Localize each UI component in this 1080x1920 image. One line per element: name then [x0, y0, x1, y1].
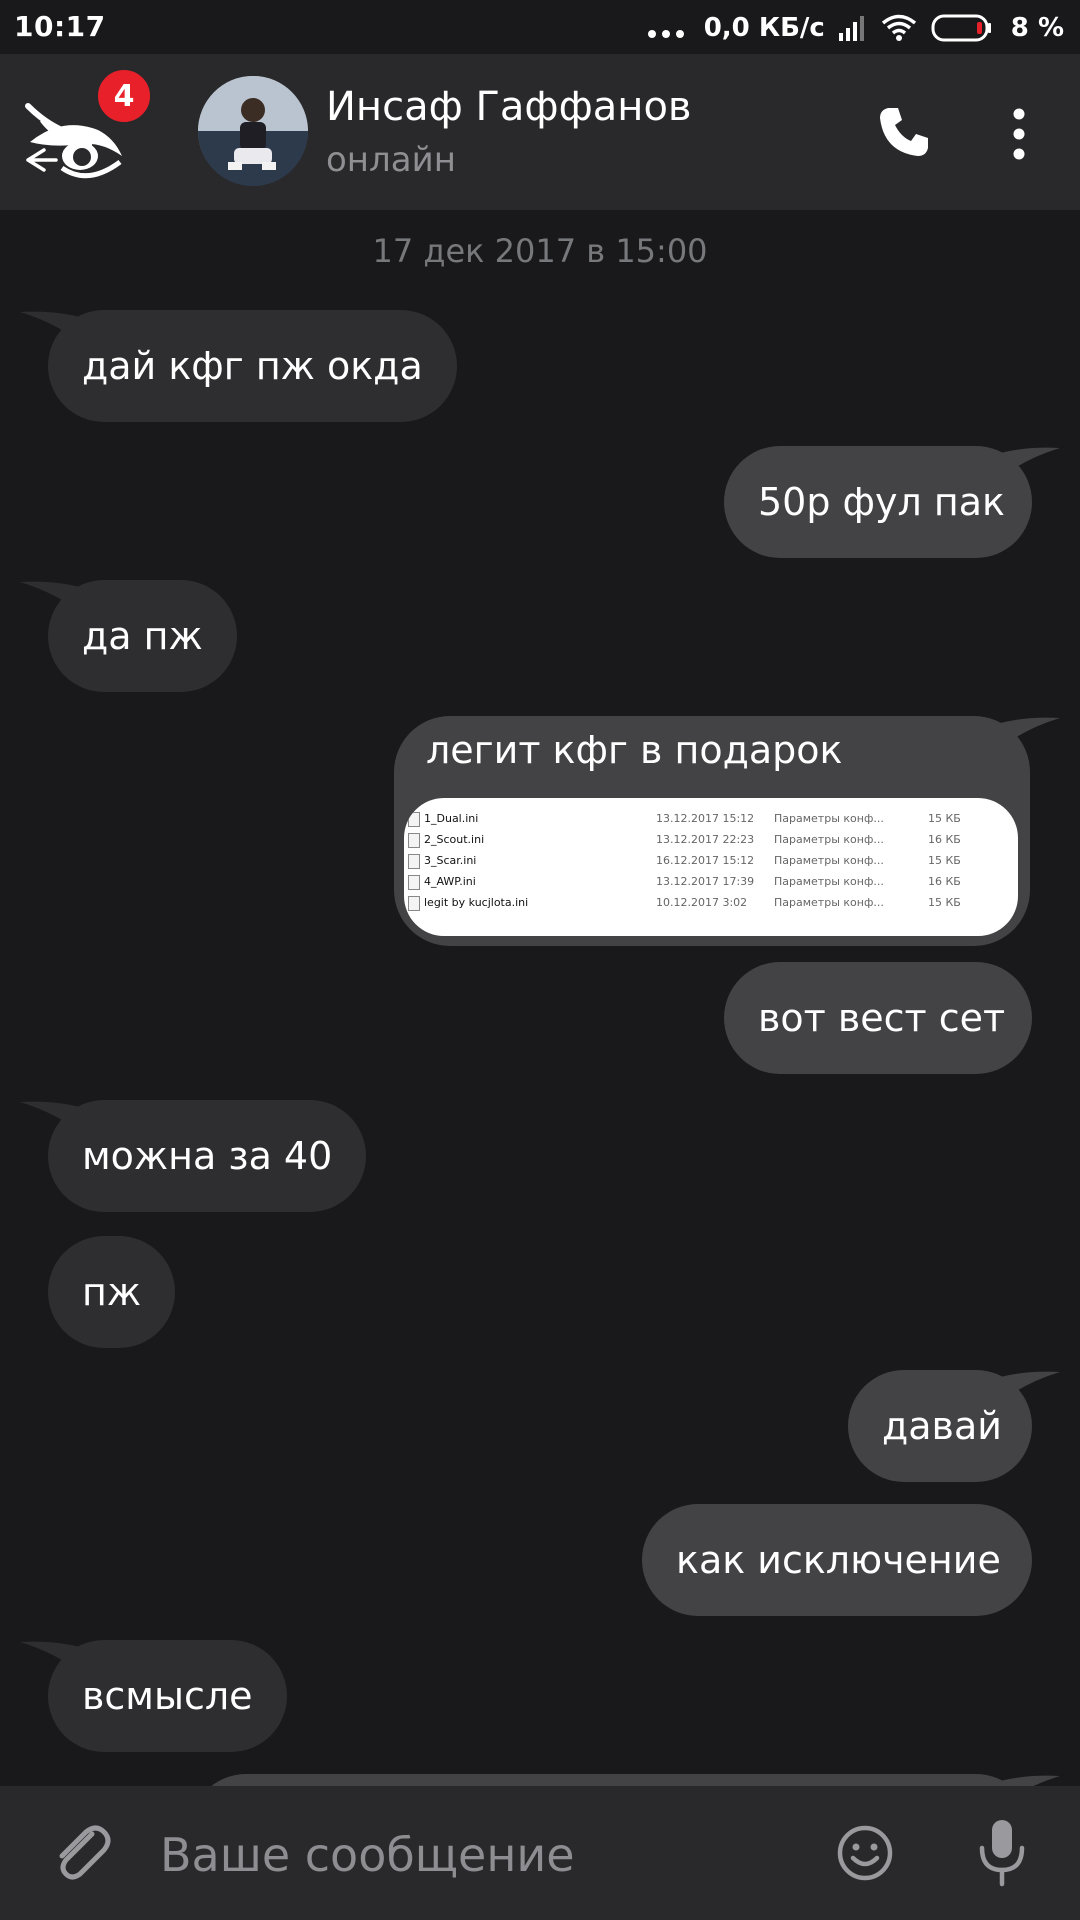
phone-icon — [880, 108, 928, 156]
status-time: 10:17 — [14, 10, 106, 43]
avatar[interactable] — [198, 76, 308, 186]
avatar-photo — [198, 76, 308, 186]
file-row: 2_Scout.ini 13.12.2017 22:23 Параметры к… — [404, 831, 1018, 851]
battery-percentage: 8 % — [1010, 13, 1064, 43]
call-button[interactable] — [876, 104, 932, 160]
wifi-icon — [881, 14, 916, 41]
status-bar: 10:17 0,0 КБ/с 8 % — [0, 0, 1080, 54]
contact-status: онлайн — [326, 140, 456, 180]
message-incoming[interactable]: всмысле — [48, 1640, 287, 1752]
file-name: 4_AWP.ini — [424, 875, 476, 888]
file-row: 3_Scar.ini 16.12.2017 15:12 Параметры ко… — [404, 852, 1018, 872]
message-incoming[interactable]: можна за 40 — [48, 1100, 367, 1212]
emoji-button[interactable] — [836, 1824, 894, 1882]
attach-button[interactable] — [48, 1820, 112, 1884]
file-name: 3_Scar.ini — [424, 854, 477, 867]
message-outgoing[interactable]: 50р фул пак — [724, 446, 1032, 558]
file-size: 15 КБ — [928, 896, 961, 909]
file-icon — [408, 812, 420, 827]
file-size: 16 КБ — [928, 833, 961, 846]
voice-message-button[interactable] — [976, 1816, 1028, 1888]
battery-icon — [931, 14, 991, 42]
overflow-notifications-icon — [647, 18, 684, 38]
file-date: 13.12.2017 22:23 — [656, 833, 755, 846]
date-separator: 17 дек 2017 в 15:00 — [372, 232, 708, 270]
message-outgoing[interactable]: вот вест сет — [724, 962, 1032, 1074]
message-outgoing[interactable]: как исключение — [642, 1504, 1032, 1616]
file-name: legit by kucjlota.ini — [424, 896, 529, 909]
file-date: 13.12.2017 17:39 — [656, 875, 755, 888]
microphone-icon — [979, 1820, 1025, 1887]
message-caption: легит кфг в подарок — [426, 728, 843, 772]
more-options-button[interactable] — [1004, 106, 1034, 162]
file-date: 10.12.2017 3:02 — [656, 896, 748, 909]
file-date: 16.12.2017 15:12 — [656, 854, 755, 867]
file-name: 2_Scout.ini — [424, 833, 485, 846]
file-icon — [408, 833, 420, 848]
file-row: legit by kucjlota.ini 10.12.2017 3:02 Па… — [404, 894, 1018, 914]
file-row: 1_Dual.ini 13.12.2017 15:12 Параметры ко… — [404, 810, 1018, 830]
emoji-icon — [837, 1825, 893, 1881]
message-incoming[interactable]: да пж — [48, 580, 237, 692]
file-icon — [408, 854, 420, 869]
file-row: 4_AWP.ini 13.12.2017 17:39 Параметры кон… — [404, 873, 1018, 893]
file-size: 15 КБ — [928, 854, 961, 867]
message-outgoing[interactable]: давай — [848, 1370, 1032, 1482]
status-indicators: 0,0 КБ/с 8 % — [647, 8, 1064, 48]
message-incoming[interactable]: дай кфг пж окда — [48, 310, 457, 422]
file-type: Параметры конф... — [774, 896, 884, 909]
signal-icon — [838, 16, 864, 41]
chat-header: 4 Инсаф Гаффанов онлайн — [0, 54, 1080, 210]
network-speed: 0,0 КБ/с — [703, 13, 825, 43]
contact-name[interactable]: Инсаф Гаффанов — [326, 84, 692, 130]
image-attachment[interactable]: 1_Dual.ini 13.12.2017 15:12 Параметры ко… — [404, 798, 1018, 936]
file-date: 13.12.2017 15:12 — [656, 812, 755, 825]
file-size: 15 КБ — [928, 812, 961, 825]
file-type: Параметры конф... — [774, 833, 884, 846]
message-input[interactable] — [158, 1814, 802, 1896]
file-icon — [408, 875, 420, 890]
file-icon — [408, 896, 420, 911]
paperclip-icon — [59, 1825, 111, 1880]
unread-badge: 4 — [96, 68, 152, 124]
file-size: 16 КБ — [928, 875, 961, 888]
file-name: 1_Dual.ini — [424, 812, 479, 825]
message-input-bar — [0, 1786, 1080, 1920]
file-type: Параметры конф... — [774, 854, 884, 867]
file-type: Параметры конф... — [774, 875, 884, 888]
more-vertical-icon — [1013, 108, 1025, 160]
message-incoming[interactable]: пж — [48, 1236, 176, 1348]
message-outgoing-with-image[interactable]: легит кфг в подарок 1_Dual.ini 13.12.201… — [394, 716, 1030, 946]
file-type: Параметры конф... — [774, 812, 884, 825]
